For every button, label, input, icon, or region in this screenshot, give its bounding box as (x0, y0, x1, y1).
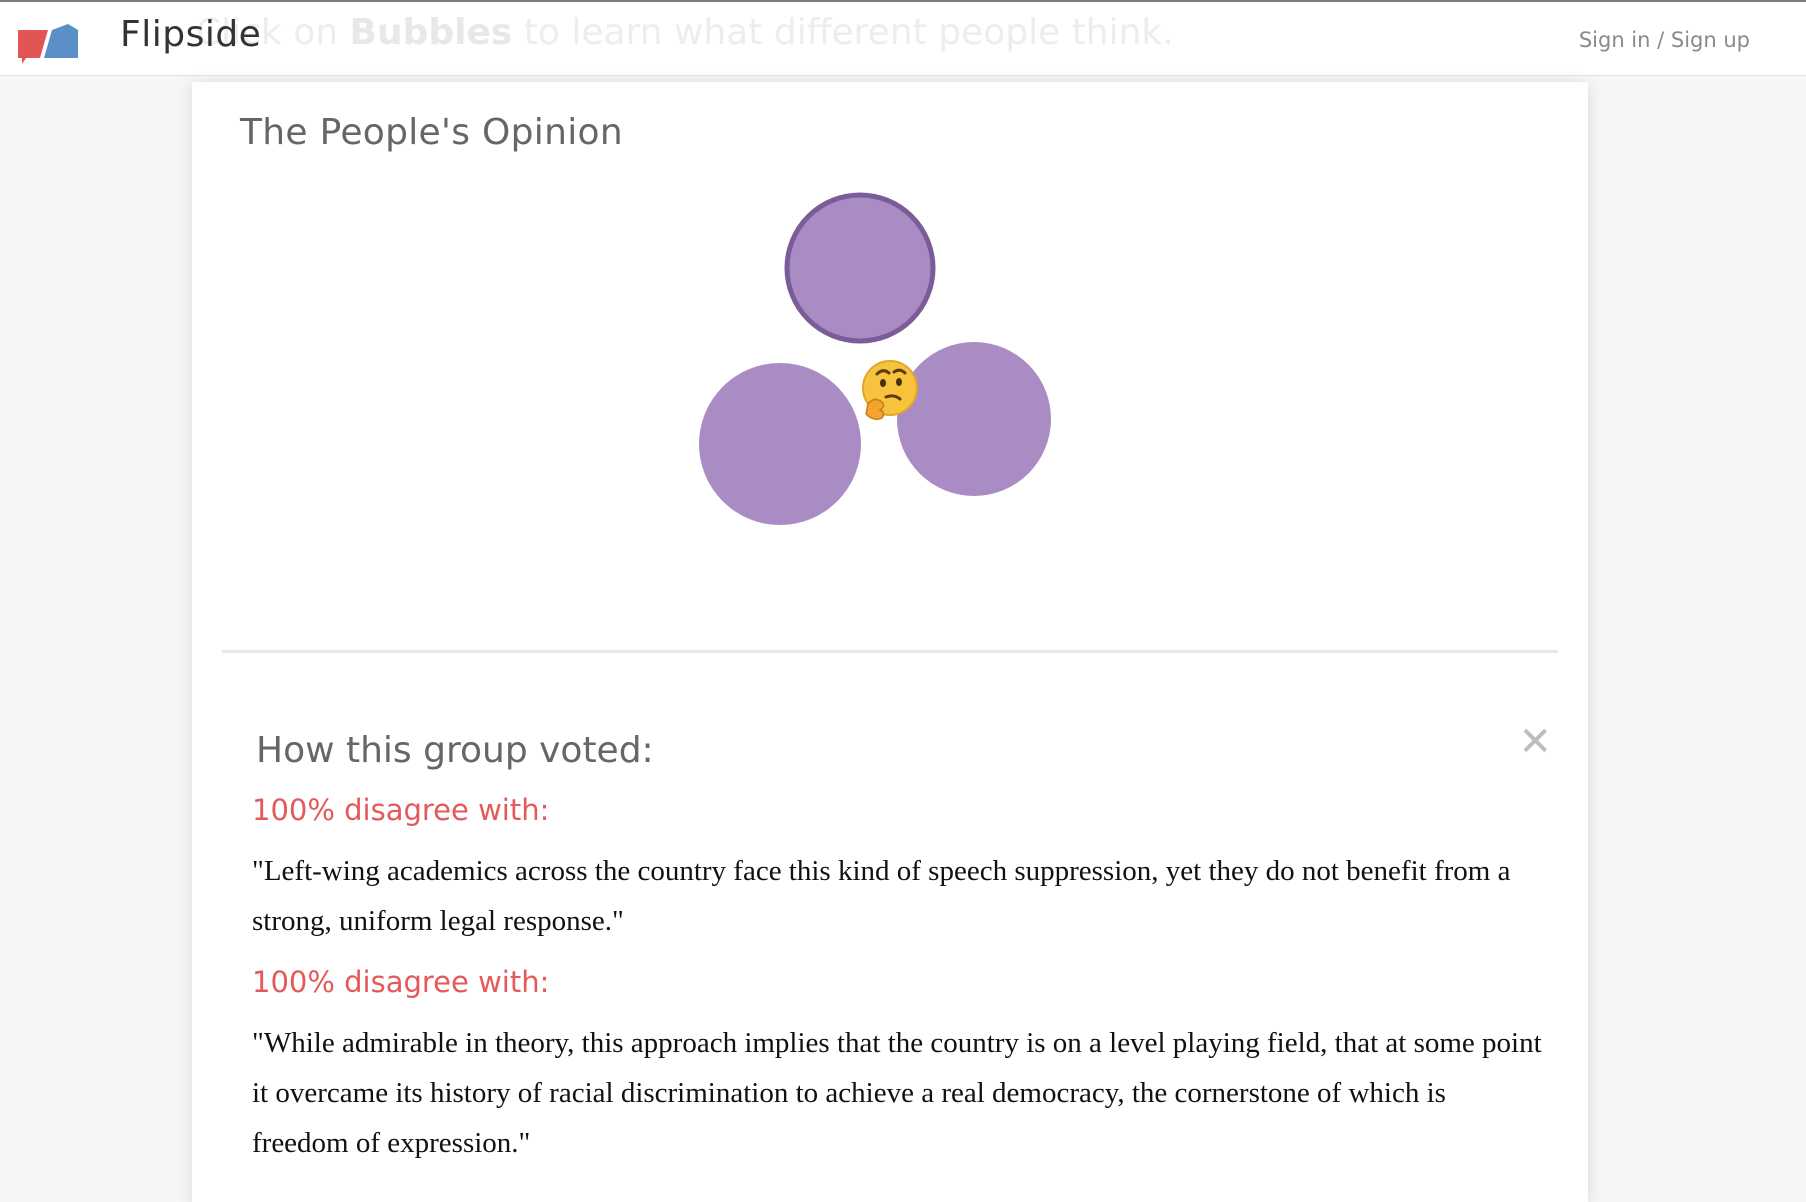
vote-percentage-label: 100% disagree with: (252, 965, 550, 999)
brand-name[interactable]: Flipside (120, 14, 261, 55)
flipside-logo-icon[interactable] (18, 24, 80, 64)
vote-item: 100% disagree with: "Left-wing academics… (252, 792, 1542, 946)
vote-item: 100% disagree with: "While admirable in … (252, 964, 1542, 1168)
vote-statement: "While admirable in theory, this approac… (252, 1027, 1542, 1159)
top-navigation-bar: Click on Bubbles to learn what different… (0, 0, 1806, 76)
opinion-bubble[interactable] (897, 342, 1051, 496)
hint-banner: Click on Bubbles to learn what different… (196, 12, 1174, 53)
vote-percentage-label: 100% disagree with: (252, 793, 550, 827)
section-divider (222, 650, 1558, 653)
sign-in-link[interactable]: Sign in / Sign up (1579, 28, 1750, 52)
hint-suffix: to learn what different people think. (512, 12, 1174, 53)
opinion-bubble[interactable] (699, 363, 861, 525)
group-votes-heading: How this group voted: (256, 730, 654, 771)
opinion-card: The People's Opinion How this group vote… (192, 82, 1588, 1202)
vote-list: 100% disagree with: "Left-wing academics… (252, 792, 1542, 1186)
opinion-bubble-chart (699, 192, 1051, 525)
close-icon[interactable]: ✕ (1518, 722, 1552, 762)
vote-statement: "Left-wing academics across the country … (252, 855, 1511, 937)
hint-bold: Bubbles (349, 12, 513, 53)
opinion-bubble-selected[interactable] (784, 192, 936, 344)
